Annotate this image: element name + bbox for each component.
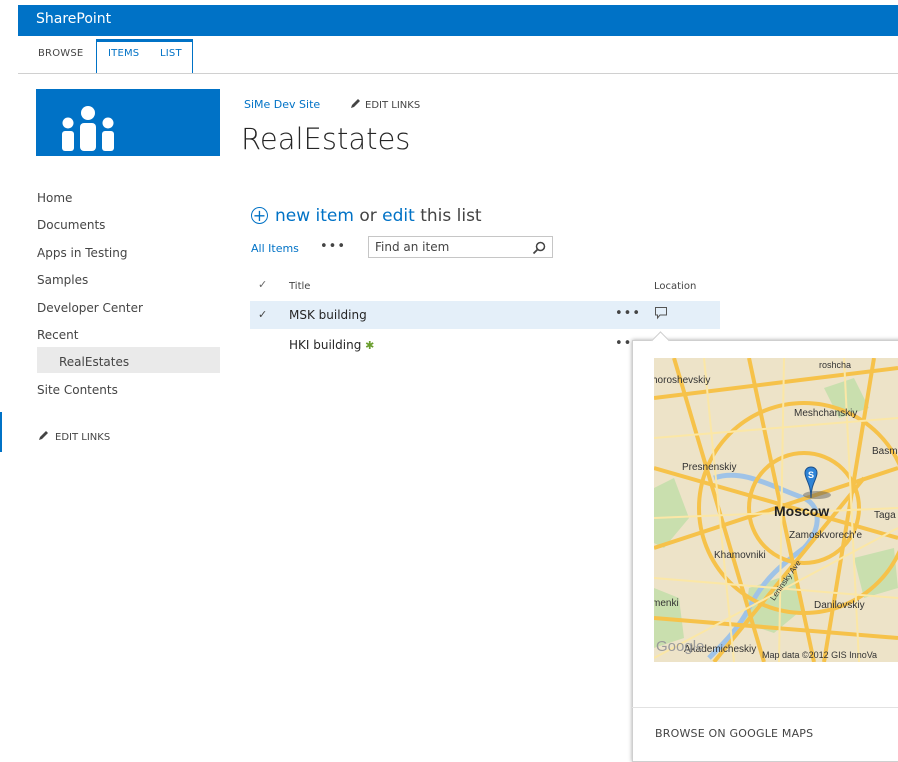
or-text: or <box>359 206 377 226</box>
map-label: Danilovskiy <box>814 600 865 611</box>
edit-links-label: EDIT LINKS <box>55 432 111 443</box>
browse-on-google-maps-link[interactable]: BROWSE ON GOOGLE MAPS <box>655 727 813 740</box>
add-circle-icon[interactable]: + <box>251 207 268 224</box>
pencil-icon <box>39 431 48 440</box>
nav-item-home[interactable]: Home <box>37 191 72 205</box>
tab-browse[interactable]: BROWSE <box>38 48 83 59</box>
this-list-text: this list <box>420 206 482 226</box>
search-box <box>368 236 553 258</box>
google-logo: Google <box>656 638 705 655</box>
search-input[interactable] <box>375 239 525 255</box>
map-label: Khamovniki <box>714 550 766 561</box>
page-title: RealEstates <box>241 122 411 156</box>
map-attribution: Map data ©2012 GIS InnoVa <box>762 650 878 660</box>
site-logo[interactable] <box>36 89 220 156</box>
row-menu-ellipsis[interactable]: ••• <box>615 306 641 321</box>
map-label: menki <box>654 598 679 609</box>
nav-item-apps-in-testing[interactable]: Apps in Testing <box>37 246 127 260</box>
tab-items[interactable]: ITEMS <box>108 48 139 59</box>
row-checkbox[interactable]: ✓ <box>258 308 267 321</box>
map-label: Moscow <box>774 503 830 519</box>
pencil-icon <box>351 99 360 108</box>
map-label: Meshchanskiy <box>794 408 858 419</box>
site-breadcrumb-link[interactable]: SiMe Dev Site <box>244 98 320 111</box>
edit-links-left[interactable]: EDIT LINKS <box>38 430 110 443</box>
people-group-icon <box>62 106 114 151</box>
map-label: Basmar <box>872 446 898 457</box>
column-header-title[interactable]: Title <box>289 281 310 292</box>
view-all-items[interactable]: All Items <box>251 242 299 255</box>
edit-links-top[interactable]: EDIT LINKS <box>350 98 420 111</box>
nav-item-recent: Recent <box>37 328 79 342</box>
speech-bubble-icon[interactable] <box>654 306 668 320</box>
suite-bar: SharePoint <box>0 0 898 36</box>
table-row[interactable]: ✓ MSK building ••• <box>250 301 720 329</box>
new-item-link[interactable]: new item <box>275 206 354 226</box>
map-label: Zamoskvorech'e <box>789 530 863 541</box>
row-title-text: HKI building <box>289 338 362 352</box>
nav-item-samples[interactable]: Samples <box>37 273 88 287</box>
view-more-ellipsis[interactable]: ••• <box>320 239 346 254</box>
new-item-badge-icon: ✱ <box>365 339 375 352</box>
select-all-checkbox[interactable]: ✓ <box>258 278 267 291</box>
tab-list[interactable]: LIST <box>160 48 182 59</box>
map-label: horoshevskiy <box>654 375 711 386</box>
callout-divider <box>632 707 898 708</box>
sharepoint-brand-link[interactable]: SharePoint <box>36 11 111 27</box>
row-title-link[interactable]: HKI building ✱ <box>289 338 374 352</box>
map-label: Presnenskiy <box>682 462 737 473</box>
focus-indicator <box>0 412 2 452</box>
row-title-link[interactable]: MSK building <box>289 308 367 322</box>
map-image[interactable]: S roshcha horoshevskiy Meshchanskiy Basm… <box>654 358 898 662</box>
suite-bar-background <box>18 5 898 36</box>
edit-links-label: EDIT LINKS <box>365 100 421 111</box>
nav-item-realestates[interactable]: RealEstates <box>59 355 129 369</box>
search-icon[interactable] <box>531 240 547 256</box>
new-item-row: + new item or edit this list <box>251 206 482 226</box>
map-label: roshcha <box>819 360 852 370</box>
edit-list-link[interactable]: edit <box>382 206 415 226</box>
nav-item-developer-center[interactable]: Developer Center <box>37 301 143 315</box>
map-label: Taga <box>874 510 896 521</box>
ribbon-tabs: BROWSE ITEMS LIST <box>18 37 898 74</box>
nav-item-documents[interactable]: Documents <box>37 218 105 232</box>
column-header-location[interactable]: Location <box>654 281 696 292</box>
map-marker-letter: S <box>808 470 814 480</box>
nav-item-site-contents[interactable]: Site Contents <box>37 383 118 397</box>
